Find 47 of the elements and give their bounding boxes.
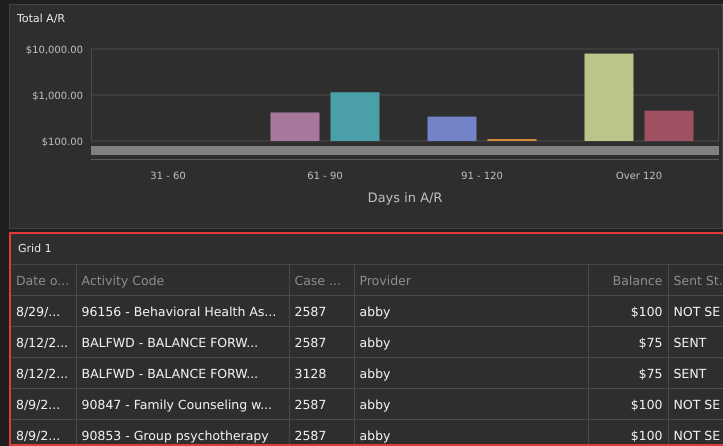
table-cell: NOT SE (668, 296, 723, 326)
table-cell: 8/12/2... (11, 358, 76, 388)
scroll-band[interactable] (91, 146, 719, 155)
table-cell: 3128 (289, 358, 354, 388)
column-header[interactable]: Date o... (11, 265, 76, 296)
table-cell: abby (354, 326, 588, 358)
table-cell: 2587 (289, 296, 354, 326)
table-cell: 90853 - Group psychotherapy (76, 420, 289, 444)
table-cell: $75 (588, 358, 668, 388)
table-cell: BALFWD - BALANCE FORW... (76, 326, 289, 358)
table-cell: 8/9/2... (11, 388, 76, 420)
table-cell: $100 (588, 296, 668, 326)
y-axis-label: $10,000.00 (26, 45, 83, 56)
table-cell: 2587 (289, 326, 354, 358)
panel-title: Grid 1 (11, 234, 723, 265)
table-cell: 8/12/2... (11, 326, 76, 358)
table-cell: abby (354, 420, 588, 444)
table-cell: BALFWD - BALANCE FORW... (76, 358, 289, 388)
table-cell: abby (354, 296, 588, 326)
x-axis-label: 91 - 120 (461, 171, 503, 182)
table-cell: $100 (588, 420, 668, 444)
column-header[interactable]: Sent St. (668, 265, 723, 296)
table-cell: 8/29/... (11, 296, 76, 326)
table-cell: 96156 - Behavioral Health As... (76, 296, 289, 326)
column-header[interactable]: Provider (354, 265, 588, 296)
table-cell: SENT (668, 326, 723, 358)
table-cell: NOT SE (668, 420, 723, 444)
table-cell: 90847 - Family Counseling w... (76, 388, 289, 420)
column-header[interactable]: Case ... (289, 265, 354, 296)
x-axis-label: Over 120 (616, 171, 662, 182)
y-axis-label: $100.00 (42, 137, 83, 148)
table-cell: 8/9/2... (11, 420, 76, 444)
column-header[interactable]: Activity Code (76, 265, 289, 296)
table-cell: SENT (668, 358, 723, 388)
table-cell: $75 (588, 326, 668, 358)
table-cell: 2587 (289, 388, 354, 420)
table-cell: NOT SE (668, 388, 723, 420)
y-axis-label: $1,000.00 (32, 91, 83, 102)
x-axis-label: 61 - 90 (307, 171, 343, 182)
table-cell: 2587 (289, 420, 354, 444)
panel-title: Total A/R (16, 11, 66, 27)
column-header[interactable]: Balance (588, 265, 668, 296)
table-cell: abby (354, 388, 588, 420)
x-axis-title: Days in A/R (368, 191, 442, 206)
x-axis-label: 31 - 60 (150, 171, 186, 182)
table-cell: $100 (588, 388, 668, 420)
table-cell: abby (354, 358, 588, 388)
